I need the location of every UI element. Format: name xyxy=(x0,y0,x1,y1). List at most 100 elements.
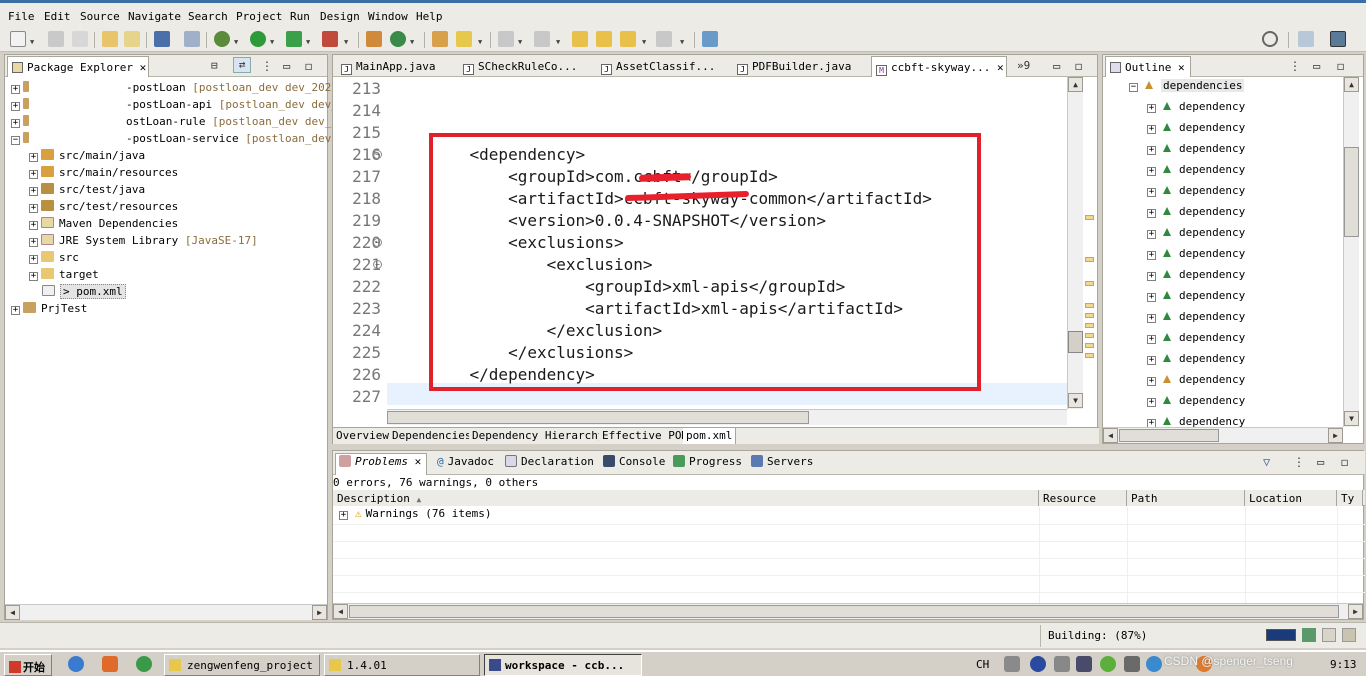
tree-item-project[interactable]: + -postLoan [postloan_dev dev_20230 xyxy=(11,81,345,98)
outline-item[interactable]: + dependency xyxy=(1147,142,1245,163)
run-dropdown-icon[interactable]: ▼ xyxy=(270,38,274,46)
menu-run[interactable]: Run xyxy=(290,10,310,23)
outline-item[interactable]: + dependency xyxy=(1147,394,1245,415)
maximize-icon[interactable]: ◻ xyxy=(1337,59,1344,73)
class-dropdown-icon[interactable]: ▼ xyxy=(410,38,414,46)
expand-icon[interactable]: + xyxy=(1147,356,1156,365)
menu-search[interactable]: Search xyxy=(188,10,228,23)
add-icon[interactable] xyxy=(1100,656,1116,672)
menu-project[interactable]: Project xyxy=(236,10,282,23)
column-type[interactable]: Ty xyxy=(1337,490,1363,506)
expand-icon[interactable]: + xyxy=(1147,419,1156,427)
expand-icon[interactable]: + xyxy=(1147,251,1156,260)
outline-vertical-scrollbar[interactable]: ▲ ▼ xyxy=(1343,77,1359,427)
maximize-icon[interactable]: ◻ xyxy=(1341,455,1348,469)
tasks-icon[interactable] xyxy=(1322,628,1336,642)
expand-icon[interactable]: + xyxy=(1147,125,1156,134)
expand-icon[interactable]: + xyxy=(1147,377,1156,386)
scroll-right-icon[interactable]: ▶ xyxy=(1328,428,1343,443)
tree-item-src-test-java[interactable]: + src/test/java xyxy=(29,183,145,200)
close-icon[interactable]: ✕ xyxy=(140,61,147,74)
fold-icon[interactable]: − xyxy=(373,238,382,247)
expand-icon[interactable]: + xyxy=(11,102,20,111)
toggle-icon[interactable] xyxy=(184,31,200,47)
tab-problems[interactable]: Problems ✕ xyxy=(339,455,421,468)
tree-item-jre-library[interactable]: + JRE System Library [JavaSE-17] xyxy=(29,234,258,251)
outline-item[interactable]: + dependency xyxy=(1147,205,1245,226)
menu-edit[interactable]: Edit xyxy=(44,10,71,23)
tree-item-src[interactable]: + src xyxy=(29,251,79,268)
scroll-up-icon[interactable]: ▲ xyxy=(1068,77,1083,92)
menu-window[interactable]: Window xyxy=(368,10,408,23)
save-icon[interactable] xyxy=(48,31,64,47)
search-dropdown-icon[interactable]: ▼ xyxy=(478,38,482,46)
new-java-project-icon[interactable] xyxy=(366,31,382,47)
editor-vertical-scrollbar[interactable]: ▲ ▼ xyxy=(1067,77,1083,409)
scroll-down-icon[interactable]: ▼ xyxy=(1344,411,1359,426)
code-editor[interactable]: 213 214 215 216 217 218 219 220 221 222 … xyxy=(333,77,1067,409)
tab-dependency-hierarchy[interactable]: Dependency Hierarchy xyxy=(469,428,609,444)
close-icon[interactable]: ✕ xyxy=(997,61,1004,74)
open-type-icon[interactable] xyxy=(432,31,448,47)
tree-item-src-main-resources[interactable]: + src/main/resources xyxy=(29,166,178,183)
network-icon[interactable] xyxy=(1076,656,1092,672)
maximize-icon[interactable]: ◻ xyxy=(1075,59,1082,73)
outline-item[interactable]: + dependency xyxy=(1147,268,1245,289)
editor-horizontal-scrollbar[interactable] xyxy=(387,409,1067,425)
taskbar-button-folder[interactable]: 1.4.01 xyxy=(324,654,480,676)
debug-dropdown-icon[interactable]: ▼ xyxy=(234,38,238,46)
view-menu-icon[interactable]: ⋮ xyxy=(1289,59,1301,73)
run-icon[interactable] xyxy=(250,31,266,47)
scroll-up-icon[interactable]: ▲ xyxy=(1344,77,1359,92)
link-editor-icon[interactable]: ⇄ xyxy=(233,57,251,73)
close-icon[interactable]: ✕ xyxy=(415,455,422,468)
tab-progress[interactable]: Progress xyxy=(673,455,742,468)
new-icon[interactable] xyxy=(10,31,26,47)
tab-overflow-button[interactable]: »9 xyxy=(1017,59,1030,72)
expand-icon[interactable]: + xyxy=(29,272,38,281)
scroll-down-icon[interactable]: ▼ xyxy=(1068,393,1083,408)
scroll-left-icon[interactable]: ◀ xyxy=(5,605,20,620)
keyboard-icon[interactable] xyxy=(1004,656,1020,672)
tab-mainapp[interactable]: J MainApp.java xyxy=(337,56,439,77)
pin-editor-icon[interactable] xyxy=(702,31,718,47)
tree-item-src-main-java[interactable]: + src/main/java xyxy=(29,149,145,166)
forward-dropdown-icon[interactable]: ▼ xyxy=(680,38,684,46)
run-external-icon[interactable] xyxy=(286,31,302,47)
outline-item[interactable]: + dependency xyxy=(1147,100,1245,121)
tree-item-pom-xml[interactable]: > pom.xml xyxy=(29,284,126,302)
expand-icon[interactable]: + xyxy=(1147,335,1156,344)
scroll-thumb[interactable] xyxy=(1119,429,1219,442)
expand-icon[interactable]: + xyxy=(1147,167,1156,176)
language-indicator[interactable]: CH xyxy=(976,658,989,671)
menu-help[interactable]: Help xyxy=(416,10,443,23)
fold-icon[interactable]: − xyxy=(373,150,382,159)
column-description[interactable]: Description ▲ xyxy=(333,490,1039,506)
expand-icon[interactable]: + xyxy=(1147,230,1156,239)
scroll-right-icon[interactable]: ▶ xyxy=(1348,604,1363,619)
server-dropdown-icon[interactable]: ▼ xyxy=(344,38,348,46)
outline-item[interactable]: + dependency xyxy=(1147,226,1245,247)
collapse-icon[interactable]: − xyxy=(11,136,20,145)
expand-icon[interactable]: + xyxy=(1147,398,1156,407)
minimize-icon[interactable]: ▭ xyxy=(283,59,290,73)
start-button[interactable]: 开始 xyxy=(4,654,52,676)
column-path[interactable]: Path xyxy=(1127,490,1245,506)
tree-item-src-test-resources[interactable]: + src/test/resources xyxy=(29,200,178,217)
outline-root[interactable]: − dependencies xyxy=(1129,79,1245,100)
expand-icon[interactable]: + xyxy=(1147,104,1156,113)
progress-view-icon[interactable] xyxy=(1302,628,1316,642)
column-resource[interactable]: Resource xyxy=(1039,490,1127,506)
java-perspective-icon[interactable] xyxy=(1330,31,1346,47)
minimize-icon[interactable]: ▭ xyxy=(1313,59,1320,73)
menu-design[interactable]: Design xyxy=(320,10,360,23)
tab-effective-pom[interactable]: Effective POM xyxy=(599,428,693,444)
expand-icon[interactable]: + xyxy=(29,153,38,162)
prev-annotation-icon[interactable] xyxy=(534,31,550,47)
search-tool-icon[interactable] xyxy=(456,31,472,47)
save-all-icon[interactable] xyxy=(72,31,88,47)
tree-item-maven-dependencies[interactable]: + Maven Dependencies xyxy=(29,217,178,234)
expand-icon[interactable]: + xyxy=(29,238,38,247)
last-edit-icon[interactable] xyxy=(572,31,588,47)
next-annotation-icon[interactable] xyxy=(498,31,514,47)
